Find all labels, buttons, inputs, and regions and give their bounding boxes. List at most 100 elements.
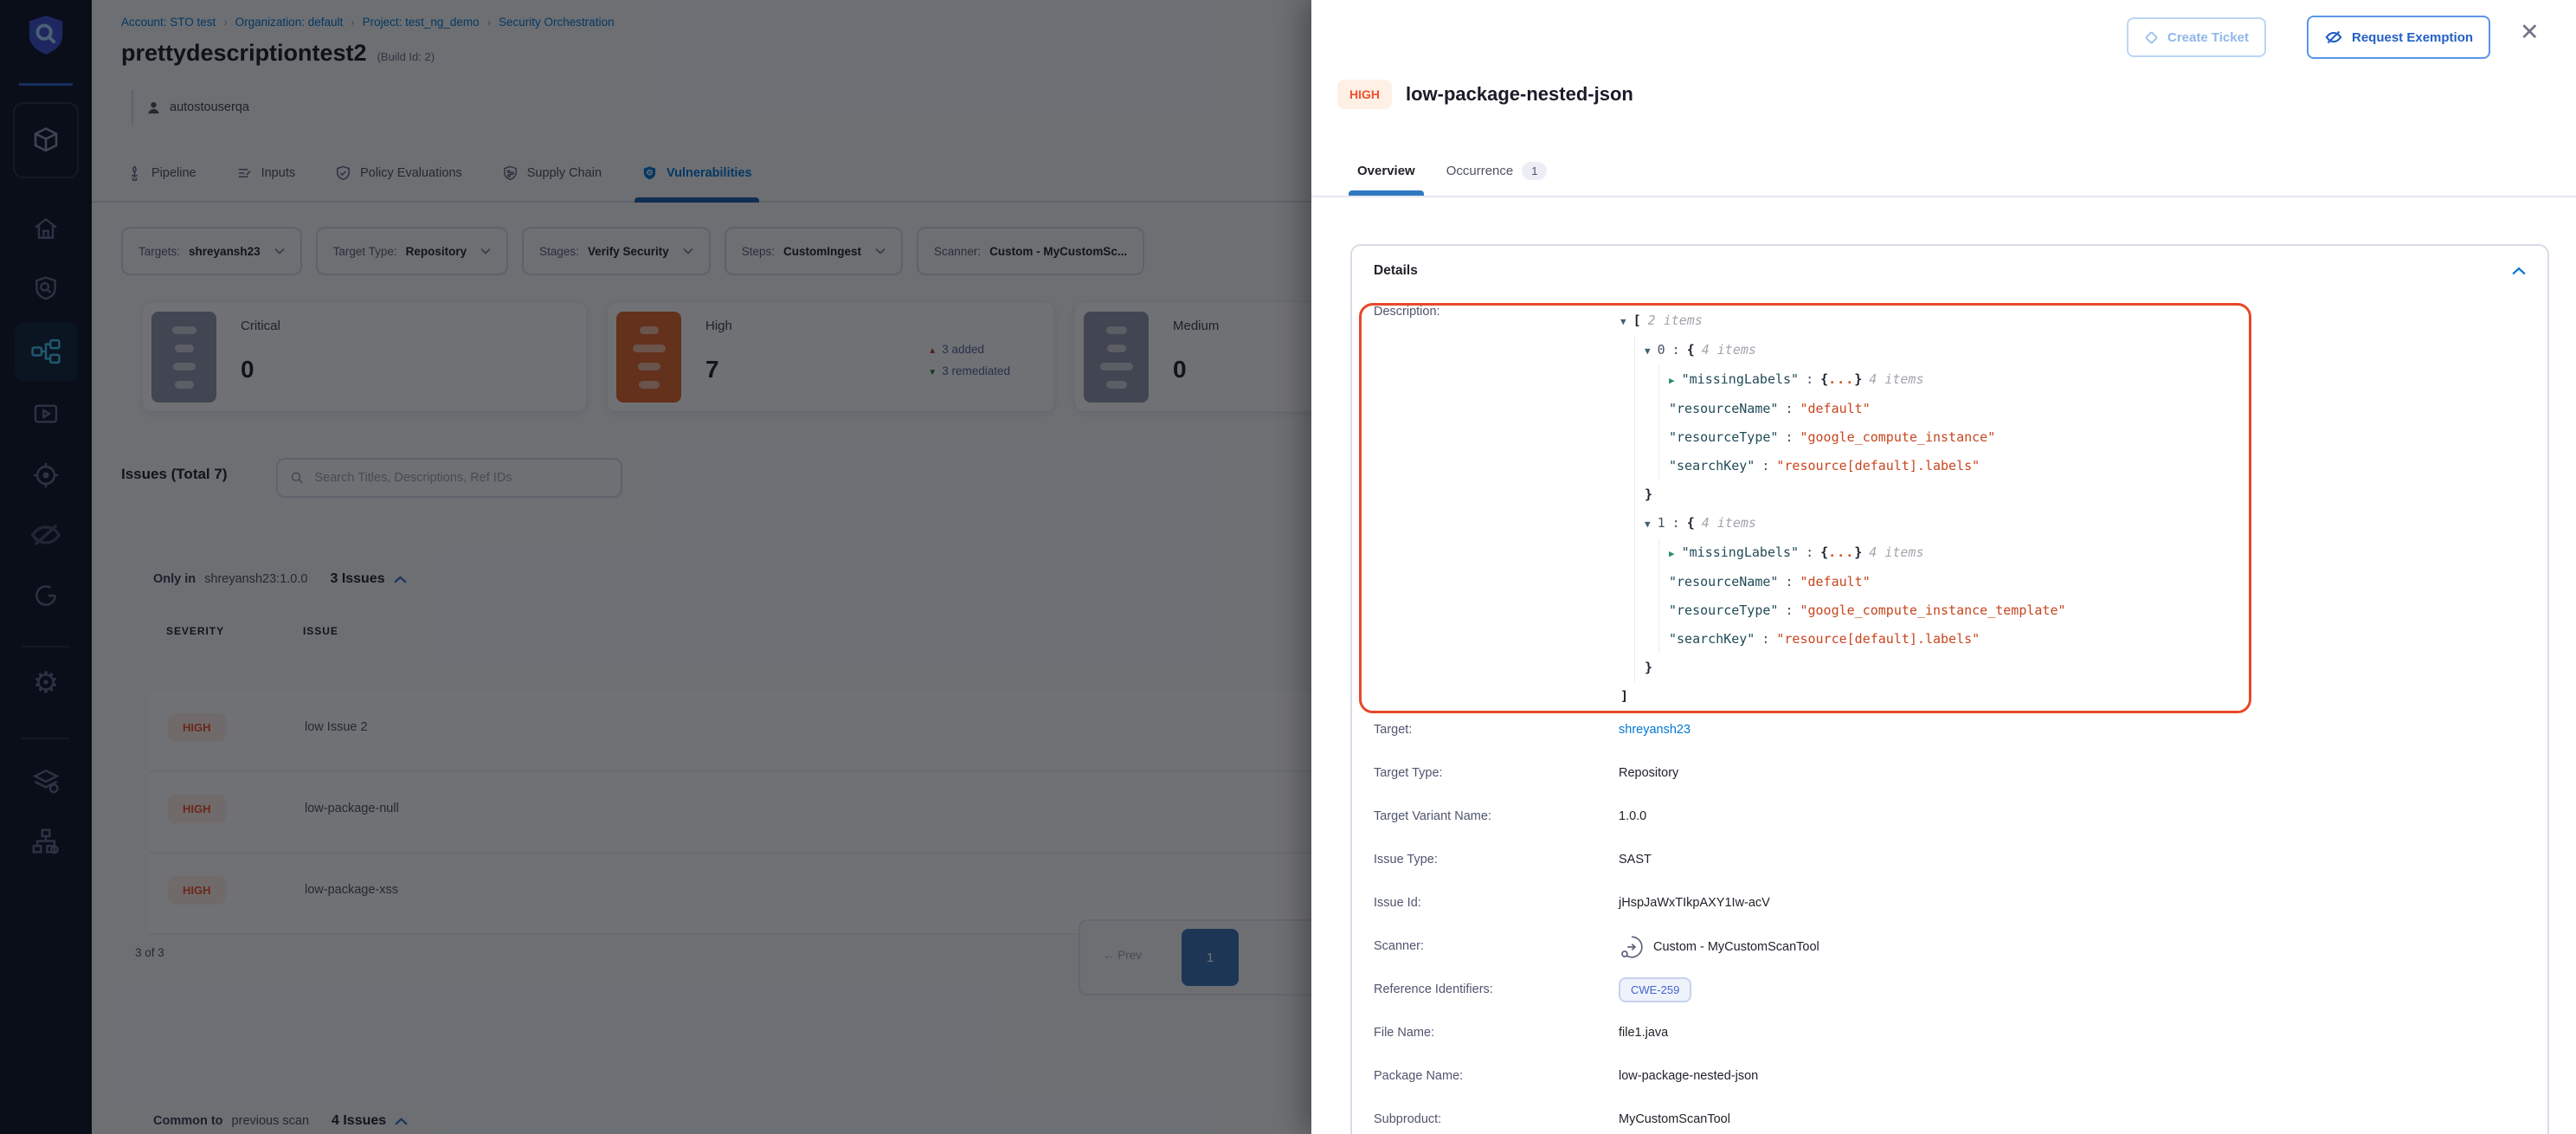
details-card: Details Description: ▼[2 items▼0:{4 item…	[1350, 244, 2549, 1134]
field-package-name: Package Name: low-package-nested-json	[1374, 1069, 2526, 1112]
json-token-punc: :	[1806, 371, 1813, 387]
json-line: }	[1619, 654, 2073, 682]
description-label: Description:	[1374, 305, 1619, 711]
tab-overview[interactable]: Overview	[1357, 145, 1415, 196]
json-token-key: "missingLabels"	[1682, 544, 1799, 560]
json-token-key: "resourceName"	[1669, 574, 1778, 590]
json-token-punc: :	[1785, 574, 1793, 590]
json-line: "searchKey": "resource[default].labels"	[1619, 625, 2073, 654]
field-issue-type: Issue Type: SAST	[1374, 853, 2526, 896]
field-subproduct: Subproduct: MyCustomScanTool	[1374, 1112, 2526, 1134]
field-value: MyCustomScanTool	[1619, 1112, 1730, 1126]
json-token-brace: }	[1645, 660, 1652, 675]
json-token-obr: {	[1820, 544, 1828, 560]
field-value: SAST	[1619, 853, 1652, 867]
field-reference-identifiers: Reference Identifiers: CWE-259	[1374, 983, 2526, 1026]
json-token-key: "resourceType"	[1669, 429, 1778, 445]
field-label: Reference Identifiers:	[1374, 983, 1619, 996]
json-token-key: "resourceName"	[1669, 401, 1778, 416]
cwe-pill[interactable]: CWE-259	[1619, 977, 1691, 1002]
field-target-variant: Target Variant Name: 1.0.0	[1374, 809, 2526, 853]
description-json-viewer: ▼[2 items▼0:{4 items▶"missingLabels":{..…	[1619, 305, 2073, 711]
details-heading: Details	[1374, 263, 1418, 279]
severity-badge: HIGH	[1337, 80, 1392, 109]
field-value: Repository	[1619, 766, 1678, 780]
field-label: Subproduct:	[1374, 1112, 1619, 1126]
json-token-idx: 0	[1658, 342, 1665, 358]
create-ticket-button[interactable]: Create Ticket	[2127, 17, 2266, 57]
json-token-punc: :	[1672, 515, 1680, 531]
expand-node-icon[interactable]: ▶	[1669, 548, 1675, 559]
field-target: Target: shreyansh23	[1374, 723, 2526, 766]
detail-fields: Target: shreyansh23 Target Type: Reposit…	[1374, 723, 2526, 1134]
field-value: jHspJaWxTIkpAXY1Iw-acV	[1619, 896, 1770, 910]
request-exemption-button[interactable]: Request Exemption	[2307, 16, 2490, 59]
tab-occurrence[interactable]: Occurrence 1	[1446, 145, 1548, 196]
json-token-punc: :	[1785, 602, 1793, 618]
issue-detail-drawer: Create Ticket Request Exemption ✕ HIGH l…	[1311, 0, 2576, 1134]
field-label: Target Type:	[1374, 766, 1619, 780]
sto-vulnerabilities-page: ⚙ Account: STO test › Organization: defa…	[0, 0, 2576, 1134]
json-token-punc: :	[1785, 401, 1793, 416]
json-token-punc: :	[1785, 429, 1793, 445]
json-token-obr: {	[1820, 371, 1828, 387]
json-token-cbr: }	[1854, 371, 1862, 387]
field-label: Issue Type:	[1374, 853, 1619, 867]
json-token-brace: }	[1645, 486, 1652, 502]
json-token-str: "default"	[1800, 574, 1870, 590]
drawer-tabs: Overview Occurrence 1	[1357, 145, 1547, 196]
collapse-node-icon[interactable]: ▼	[1645, 519, 1651, 530]
collapse-node-icon[interactable]: ▼	[1645, 345, 1651, 357]
target-link[interactable]: shreyansh23	[1619, 723, 1690, 737]
json-token-idx: 1	[1658, 515, 1665, 531]
json-token-brace: ]	[1620, 688, 1628, 704]
json-token-str: "google_compute_instance_template"	[1800, 602, 2065, 618]
json-token-brace: {	[1687, 515, 1695, 531]
field-target-type: Target Type: Repository	[1374, 766, 2526, 809]
json-line: "searchKey":"resource[default].labels"	[1619, 452, 2073, 480]
json-token-meta: 4 items	[1869, 371, 1923, 387]
field-file-name: File Name: file1.java	[1374, 1026, 2526, 1069]
json-line: ▶ "missingLabels": {...} 4 items	[1619, 365, 2073, 395]
field-scanner: Scanner: Custom - MyCustomScanTool	[1374, 939, 2526, 983]
field-issue-id: Issue Id: jHspJaWxTIkpAXY1Iw-acV	[1374, 896, 2526, 939]
custom-scanner-icon	[1619, 934, 1645, 960]
json-token-str: "resource[default].labels"	[1776, 631, 1980, 647]
expand-node-icon[interactable]: ▶	[1669, 375, 1675, 386]
field-label: Scanner:	[1374, 939, 1619, 953]
field-label: Package Name:	[1374, 1069, 1619, 1083]
json-token-dots: ...	[1828, 544, 1854, 560]
json-line: }	[1619, 480, 2073, 509]
json-line: ▼[2 items	[1619, 306, 2073, 336]
ticket-icon	[2144, 30, 2159, 45]
json-token-punc: :	[1672, 342, 1680, 358]
collapse-node-icon[interactable]: ▼	[1620, 316, 1626, 327]
json-token-dots: ...	[1828, 371, 1854, 387]
json-token-key: "searchKey"	[1669, 458, 1755, 474]
field-label: Target:	[1374, 723, 1619, 737]
json-token-brace: [	[1633, 312, 1641, 328]
json-line: ▼ 1: {4 items	[1619, 509, 2073, 538]
json-line: ▶"missingLabels":{...}4 items	[1619, 538, 2073, 568]
json-token-meta: 4 items	[1702, 342, 1756, 358]
json-token-punc: :	[1761, 631, 1769, 647]
json-token-key: "resourceType"	[1669, 602, 1778, 618]
occurrence-count-badge: 1	[1522, 162, 1547, 180]
field-value: file1.java	[1619, 1026, 1668, 1040]
json-line: ]	[1619, 682, 2073, 711]
json-token-str: "google_compute_instance"	[1800, 429, 1995, 445]
json-token-str: "default"	[1800, 401, 1870, 416]
json-line: "resourceName": "default"	[1619, 395, 2073, 423]
field-value: low-package-nested-json	[1619, 1069, 1758, 1083]
json-line: ▼0:{4 items	[1619, 336, 2073, 365]
json-token-str: "resource[default].labels"	[1776, 458, 1980, 474]
field-value: 1.0.0	[1619, 809, 1646, 823]
json-token-meta: 4 items	[1702, 515, 1756, 531]
json-token-key: "searchKey"	[1669, 631, 1755, 647]
collapse-chevron-up-icon[interactable]	[2512, 267, 2526, 275]
close-drawer-button[interactable]: ✕	[2520, 21, 2540, 44]
drawer-tabline	[1311, 196, 2576, 197]
json-token-cbr: }	[1854, 544, 1862, 560]
json-token-key: "missingLabels"	[1682, 371, 1799, 387]
field-label: File Name:	[1374, 1026, 1619, 1040]
